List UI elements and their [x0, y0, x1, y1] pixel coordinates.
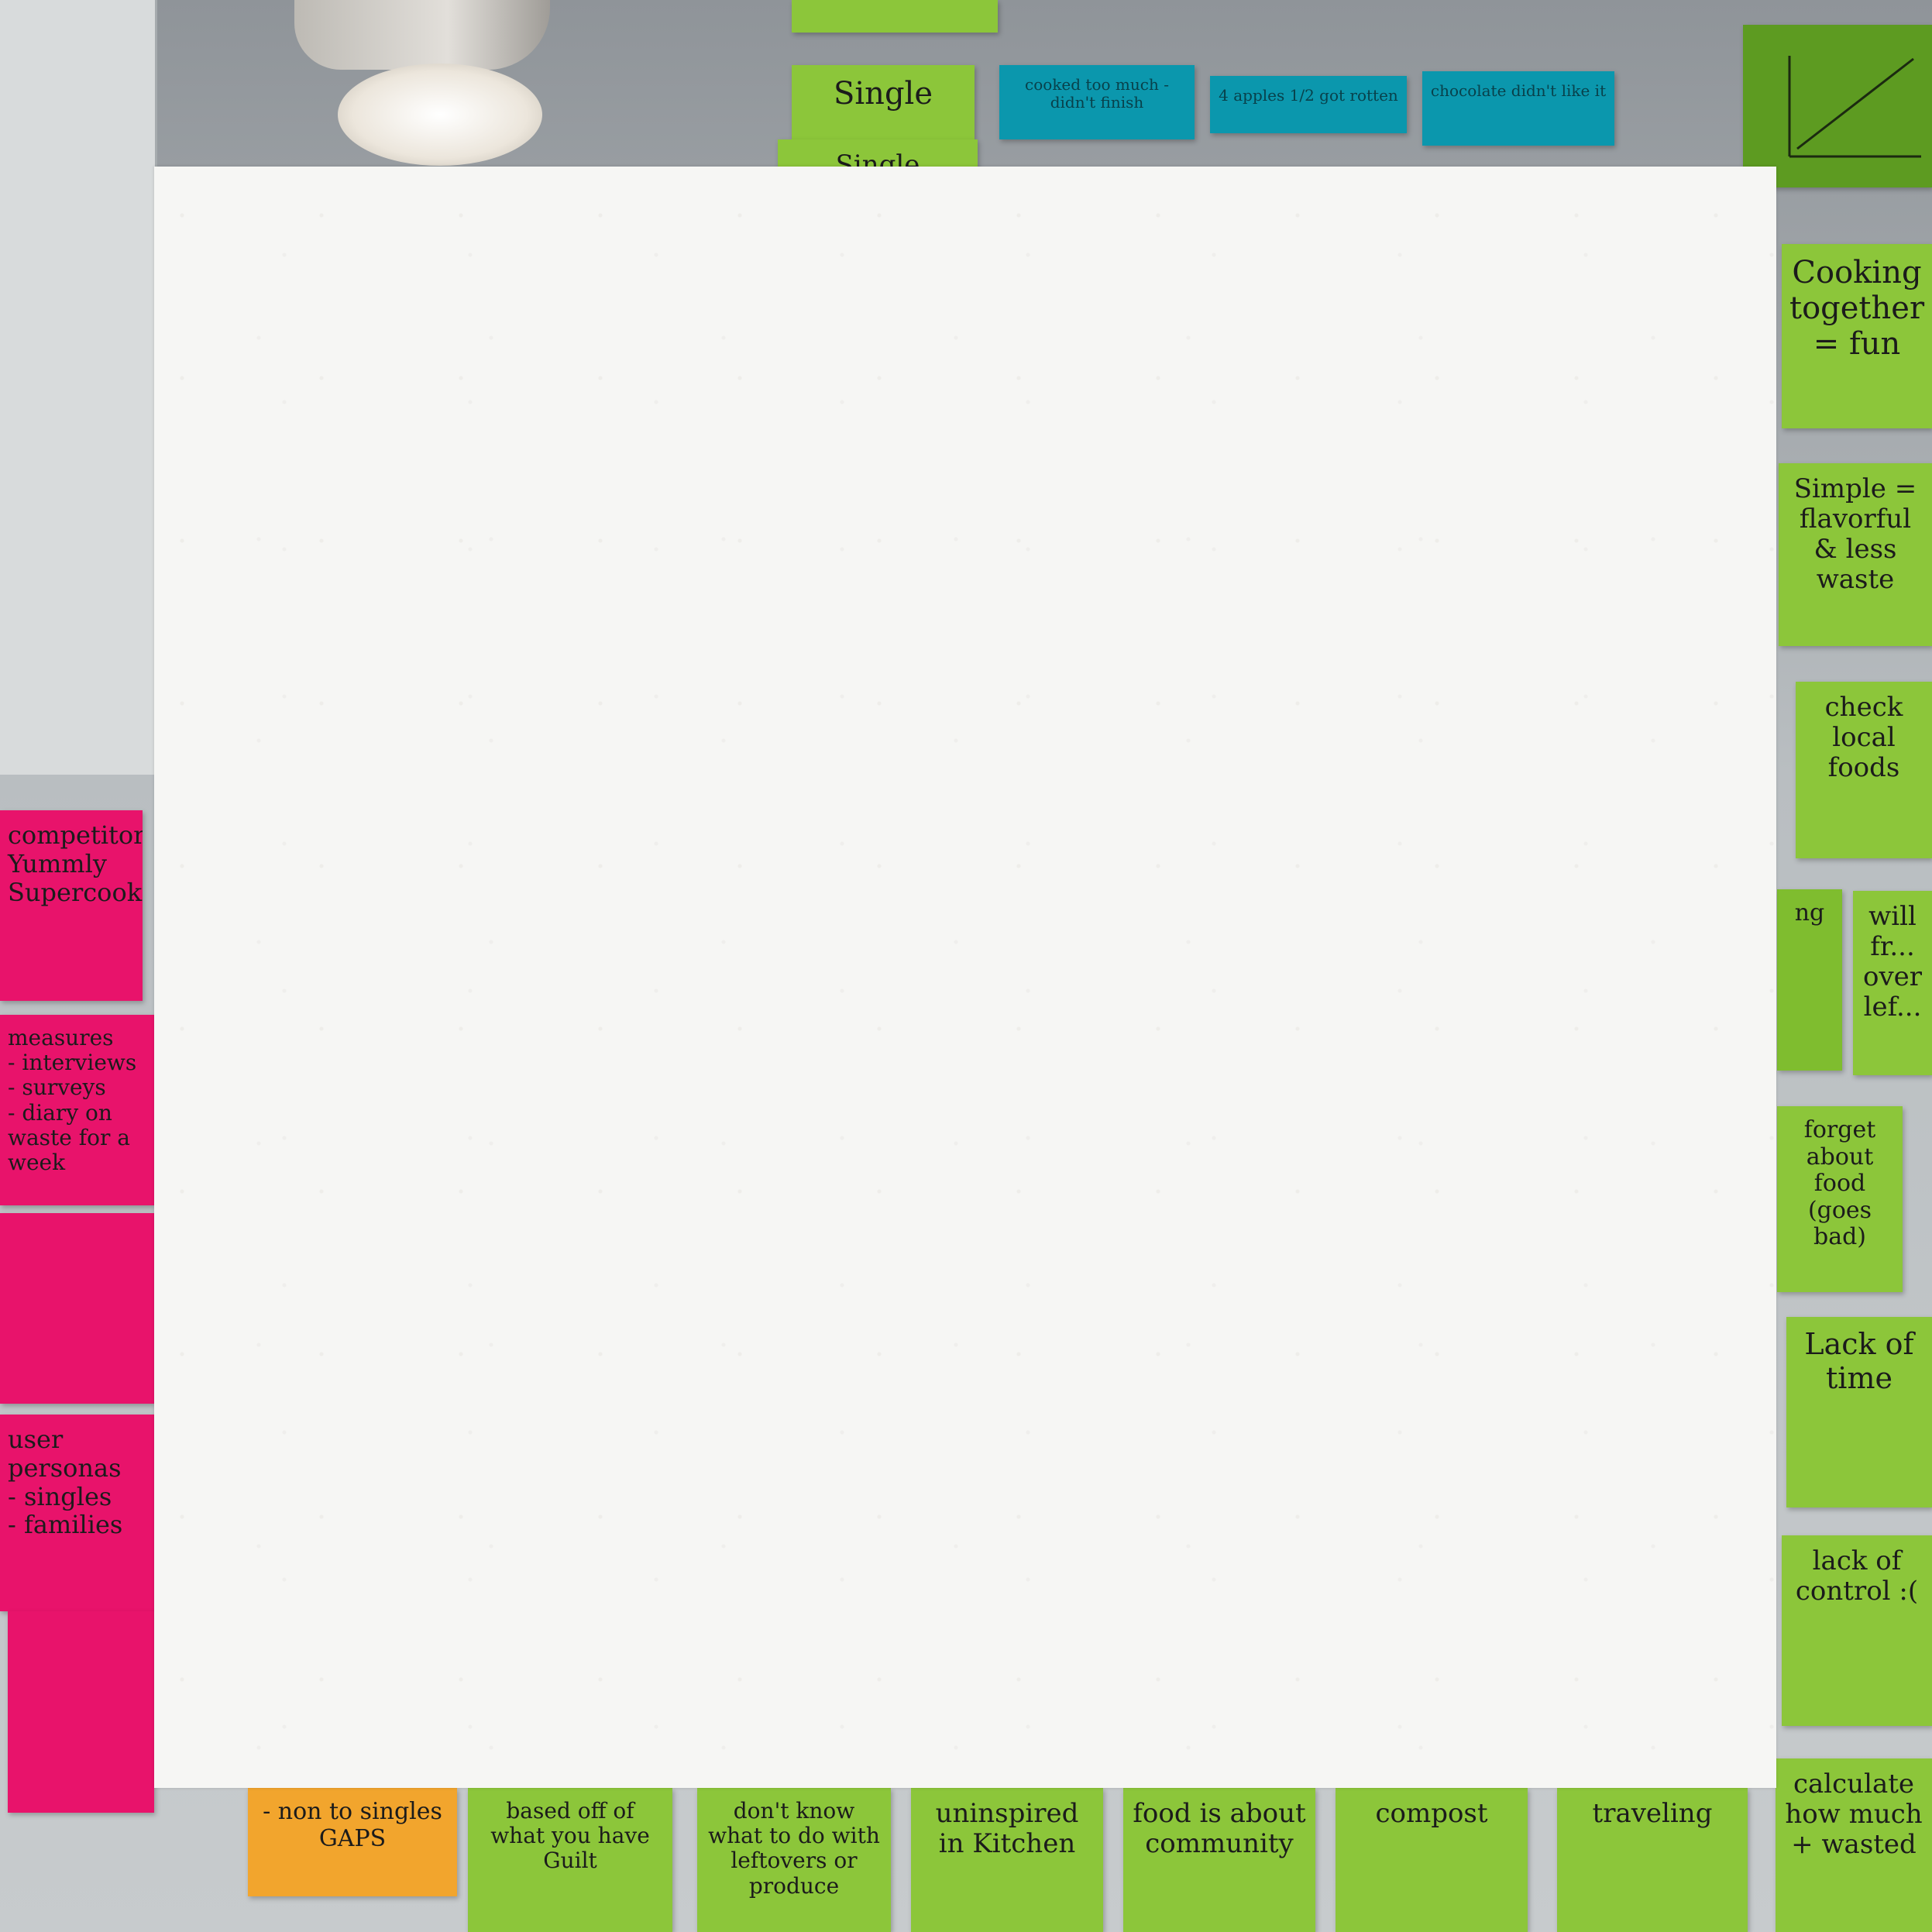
note-text: ng	[1794, 899, 1825, 926]
sticky-note-chart	[1743, 25, 1932, 187]
sticky-note-teal-3: chocolate didn't like it	[1422, 71, 1614, 146]
lamp	[338, 64, 542, 166]
sticky-note-lack-of-control: lack of control :(	[1782, 1535, 1932, 1726]
sticky-note-single: Single	[792, 65, 975, 139]
sticky-note-will-fr: will fr... over lef...	[1853, 891, 1932, 1075]
sticky-note-gaps: - non to singles GAPS	[248, 1788, 457, 1896]
sticky-note-pink-bottom	[8, 1611, 154, 1813]
sticky-note-community: food is about community	[1123, 1788, 1315, 1932]
note-text: 4 apples 1/2 got rotten	[1219, 86, 1398, 105]
lamp-arm	[294, 0, 550, 70]
whiteboard	[0, 0, 157, 775]
sticky-note-forget-about-food: forget about food (goes bad)	[1777, 1106, 1903, 1292]
note-text: cooked too much - didn't finish	[1025, 75, 1169, 112]
note-text: check local foods	[1824, 692, 1903, 784]
note-text: chocolate didn't like it	[1430, 81, 1607, 100]
sticky-note-simple-flavorful: Simple = flavorful & less waste	[1779, 463, 1932, 646]
note-text: Cooking together = fun	[1789, 255, 1925, 362]
note-text: - non to singles GAPS	[263, 1798, 442, 1852]
note-text: user personas - singles - families	[8, 1425, 123, 1540]
sticky-note-guilt: based off of what you have Guilt	[468, 1788, 672, 1932]
sticky-note-top-green	[792, 0, 998, 33]
line-chart-sketch	[1788, 56, 1921, 158]
note-text: food is about community	[1133, 1798, 1306, 1860]
note-text: Simple = flavorful & less waste	[1793, 473, 1917, 596]
sticky-note-check-local: check local foods	[1796, 682, 1932, 858]
trend-line	[1796, 57, 1914, 150]
note-text: Single	[833, 76, 933, 112]
sticky-note-user-personas: user personas - singles - families	[0, 1415, 154, 1611]
note-text: lack of control :(	[1795, 1545, 1919, 1607]
note-text: based off of what you have Guilt	[490, 1798, 650, 1874]
note-text: measures - interviews - surveys - diary …	[8, 1025, 137, 1175]
sticky-note-cooking-together: Cooking together = fun	[1782, 244, 1932, 428]
sticky-note-pink-faded	[0, 1213, 154, 1404]
sticky-note-teal-2: 4 apples 1/2 got rotten	[1210, 76, 1407, 133]
blank-paper-overlay	[154, 167, 1776, 1788]
note-text: will fr... over lef...	[1862, 901, 1923, 1023]
note-text: calculate how much + wasted	[1785, 1769, 1923, 1861]
sticky-note-calculate: calculate how much + wasted	[1776, 1758, 1932, 1932]
sticky-note-teal-1: cooked too much - didn't finish	[999, 65, 1195, 139]
sticky-note-ng: ng	[1777, 889, 1842, 1071]
note-text: don't know what to do with leftovers or …	[708, 1798, 880, 1899]
sticky-note-uninspired: uninspired in Kitchen	[911, 1788, 1103, 1932]
note-text: forget about food (goes bad)	[1803, 1116, 1876, 1250]
note-text: uninspired in Kitchen	[935, 1798, 1079, 1860]
sticky-note-compost: compost	[1336, 1788, 1528, 1932]
sticky-note-single-2: Single	[778, 139, 978, 170]
note-text: compost	[1375, 1798, 1488, 1829]
note-text: competitors Yummly Supercook	[8, 820, 143, 907]
sticky-note-leftovers: don't know what to do with leftovers or …	[697, 1788, 891, 1932]
note-text: traveling	[1592, 1798, 1713, 1829]
sticky-note-competitors: competitors Yummly Supercook	[0, 810, 143, 1001]
sticky-note-traveling: traveling	[1557, 1788, 1748, 1932]
sticky-note-measures: measures - interviews - surveys - diary …	[0, 1015, 154, 1205]
sticky-note-lack-of-time: Lack of time	[1786, 1317, 1932, 1507]
note-text: Lack of time	[1804, 1327, 1914, 1395]
